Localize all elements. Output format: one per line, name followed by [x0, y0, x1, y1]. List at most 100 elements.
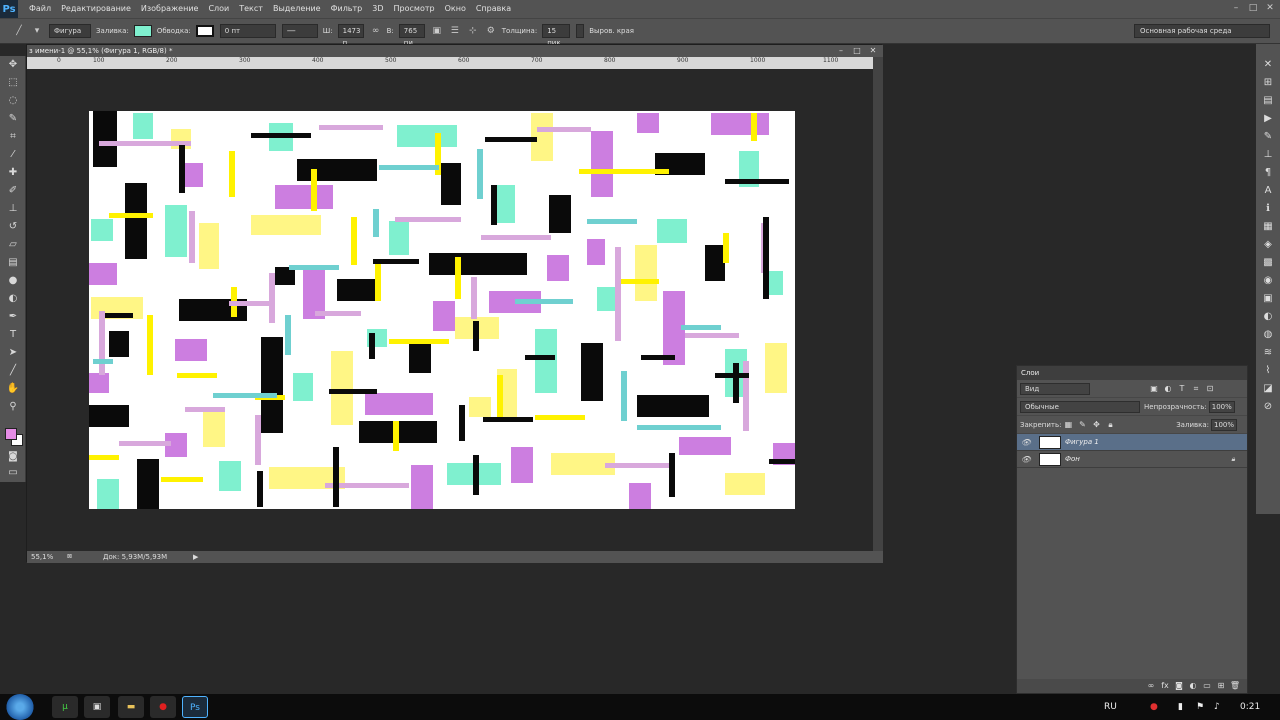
- menu-3d[interactable]: 3D: [367, 0, 388, 18]
- document-tab[interactable]: з имени-1 @ 55,1% (Фигура 1, RGB/8) *: [27, 45, 883, 57]
- blur-tool-icon[interactable]: ●: [0, 272, 26, 290]
- save-disk-icon[interactable]: ▣: [84, 696, 110, 718]
- layer-background[interactable]: 👁︎ Фон 🔒︎: [1017, 451, 1247, 468]
- tray-volume-icon[interactable]: ♪: [1214, 694, 1220, 720]
- paths-icon[interactable]: ⌇: [1256, 362, 1280, 380]
- new-adjustment-icon[interactable]: ◐: [1187, 680, 1199, 692]
- stroke-color-swatch[interactable]: [195, 25, 214, 37]
- menu-layer[interactable]: Слои: [203, 0, 234, 18]
- gradient-tool-icon[interactable]: ▤: [0, 254, 26, 272]
- thickness-field[interactable]: 15 пик: [542, 24, 571, 47]
- minimize-window-icon[interactable]: –: [1230, 2, 1242, 14]
- type-tool-icon[interactable]: T: [0, 326, 26, 344]
- utorrent-icon[interactable]: µ: [52, 696, 78, 718]
- move-tool-icon[interactable]: ✥: [0, 56, 26, 74]
- quick-select-tool-icon[interactable]: ✎: [0, 110, 26, 128]
- dodge-tool-icon[interactable]: ◐: [0, 290, 26, 308]
- adjustments-icon[interactable]: ◐: [1256, 308, 1280, 326]
- path-alignment-icon[interactable]: ☰: [448, 24, 462, 38]
- path-arrangement-icon[interactable]: ⊹: [466, 24, 480, 38]
- line-tool-icon[interactable]: ╱: [12, 24, 26, 38]
- maximize-window-icon[interactable]: □: [1247, 2, 1259, 14]
- crop-tool-icon[interactable]: ⌗: [0, 128, 26, 146]
- layer-filter-select[interactable]: Вид: [1020, 382, 1090, 395]
- menu-edit[interactable]: Редактирование: [56, 0, 136, 18]
- lock-pixels-icon[interactable]: ✎: [1076, 419, 1088, 431]
- settings-gear-icon[interactable]: ⚙: [484, 24, 498, 38]
- tray-app-icon[interactable]: ●: [1150, 694, 1158, 720]
- filter-adjustment-icon[interactable]: ◐: [1162, 383, 1174, 395]
- doc-restore-icon[interactable]: □: [849, 45, 865, 57]
- clock[interactable]: 0:21: [1240, 694, 1260, 720]
- layer-name[interactable]: Фон: [1065, 455, 1231, 463]
- new-layer-icon[interactable]: ⊞: [1215, 680, 1227, 692]
- opacity-field[interactable]: 100%: [1208, 400, 1235, 413]
- width-field[interactable]: 1473 п: [337, 24, 364, 47]
- screen-mode-icon[interactable]: ▭: [0, 464, 26, 482]
- zoom-tool-icon[interactable]: ⚲: [0, 398, 26, 416]
- paragraph-icon[interactable]: ¶: [1256, 164, 1280, 182]
- menu-image[interactable]: Изображение: [136, 0, 204, 18]
- visibility-eye-icon[interactable]: 👁︎: [1017, 455, 1035, 464]
- styles-icon[interactable]: ▣: [1256, 290, 1280, 308]
- healing-brush-tool-icon[interactable]: ✚: [0, 164, 26, 182]
- pen-tool-icon[interactable]: ✒: [0, 308, 26, 326]
- histogram-icon[interactable]: ▦: [1256, 218, 1280, 236]
- link-icon[interactable]: ∞: [369, 24, 383, 38]
- foreground-color-swatch[interactable]: [5, 428, 17, 440]
- language-indicator[interactable]: RU: [1104, 694, 1117, 720]
- eyedropper-tool-icon[interactable]: ⁄: [0, 146, 26, 164]
- lock-position-icon[interactable]: ✥: [1090, 419, 1102, 431]
- filter-smart-object-icon[interactable]: ⊡: [1204, 383, 1216, 395]
- path-selection-tool-icon[interactable]: ➤: [0, 344, 26, 362]
- link-layers-icon[interactable]: ∞: [1145, 680, 1157, 692]
- menu-view[interactable]: Просмотр: [389, 0, 440, 18]
- properties-icon[interactable]: ▤: [1256, 92, 1280, 110]
- history-icon[interactable]: ⊞: [1256, 74, 1280, 92]
- start-button[interactable]: [6, 694, 34, 720]
- height-field[interactable]: 765 пи: [398, 24, 425, 47]
- info-icon[interactable]: ℹ: [1256, 200, 1280, 218]
- tray-network-icon[interactable]: ▮: [1178, 694, 1183, 720]
- blend-mode-select[interactable]: Обычные: [1020, 400, 1140, 413]
- fill-field[interactable]: 100%: [1211, 418, 1237, 431]
- visibility-eye-icon[interactable]: 👁︎: [1017, 438, 1035, 447]
- record-icon[interactable]: ●: [150, 696, 176, 718]
- channels-icon[interactable]: ≋: [1256, 344, 1280, 362]
- layer-comps-icon[interactable]: ◪: [1256, 380, 1280, 398]
- tools-preset-icon[interactable]: ✕: [1256, 56, 1280, 74]
- brush-presets-icon[interactable]: ✎: [1256, 128, 1280, 146]
- stroke-type-select[interactable]: —: [281, 24, 318, 38]
- stroke-width-field[interactable]: 0 пт: [219, 24, 276, 38]
- layer-style-fx-icon[interactable]: fx: [1159, 680, 1171, 692]
- filter-shape-icon[interactable]: ⌗: [1190, 383, 1202, 395]
- doc-minimize-icon[interactable]: –: [833, 45, 849, 57]
- menu-type[interactable]: Текст: [234, 0, 268, 18]
- status-menu-arrow-icon[interactable]: ▶: [193, 551, 198, 563]
- menu-window[interactable]: Окно: [440, 0, 471, 18]
- clone-stamp-tool-icon[interactable]: ⊥: [0, 200, 26, 218]
- filter-type-icon[interactable]: T: [1176, 383, 1188, 395]
- brush-tool-icon[interactable]: ✐: [0, 182, 26, 200]
- actions-play-icon[interactable]: ▶: [1256, 110, 1280, 128]
- photoshop-task-icon[interactable]: Ps: [182, 696, 208, 718]
- align-edges-checkbox[interactable]: [576, 24, 585, 38]
- vertical-scrollbar[interactable]: [873, 57, 883, 551]
- hand-tool-icon[interactable]: ✋: [0, 380, 26, 398]
- lock-all-icon[interactable]: 🔒︎: [1104, 419, 1116, 431]
- layers-panel-title[interactable]: Слои: [1017, 366, 1247, 380]
- swatches-icon[interactable]: ▩: [1256, 254, 1280, 272]
- clone-source-icon[interactable]: ⊥: [1256, 146, 1280, 164]
- lasso-tool-icon[interactable]: ◌: [0, 92, 26, 110]
- line-tool-icon[interactable]: ╱: [0, 362, 26, 380]
- layer-name[interactable]: Фигура 1: [1065, 438, 1099, 446]
- layer-shape-1[interactable]: 👁︎ Фигура 1: [1017, 434, 1247, 451]
- delete-layer-icon[interactable]: 🗑︎: [1229, 680, 1241, 692]
- character-icon[interactable]: A: [1256, 182, 1280, 200]
- menu-file[interactable]: Файл: [24, 0, 56, 18]
- lock-transparency-icon[interactable]: ▦: [1062, 419, 1074, 431]
- new-group-icon[interactable]: ▭: [1201, 680, 1213, 692]
- canvas-area[interactable]: [27, 69, 873, 551]
- menu-filter[interactable]: Фильтр: [326, 0, 368, 18]
- marquee-tool-icon[interactable]: ⬚: [0, 74, 26, 92]
